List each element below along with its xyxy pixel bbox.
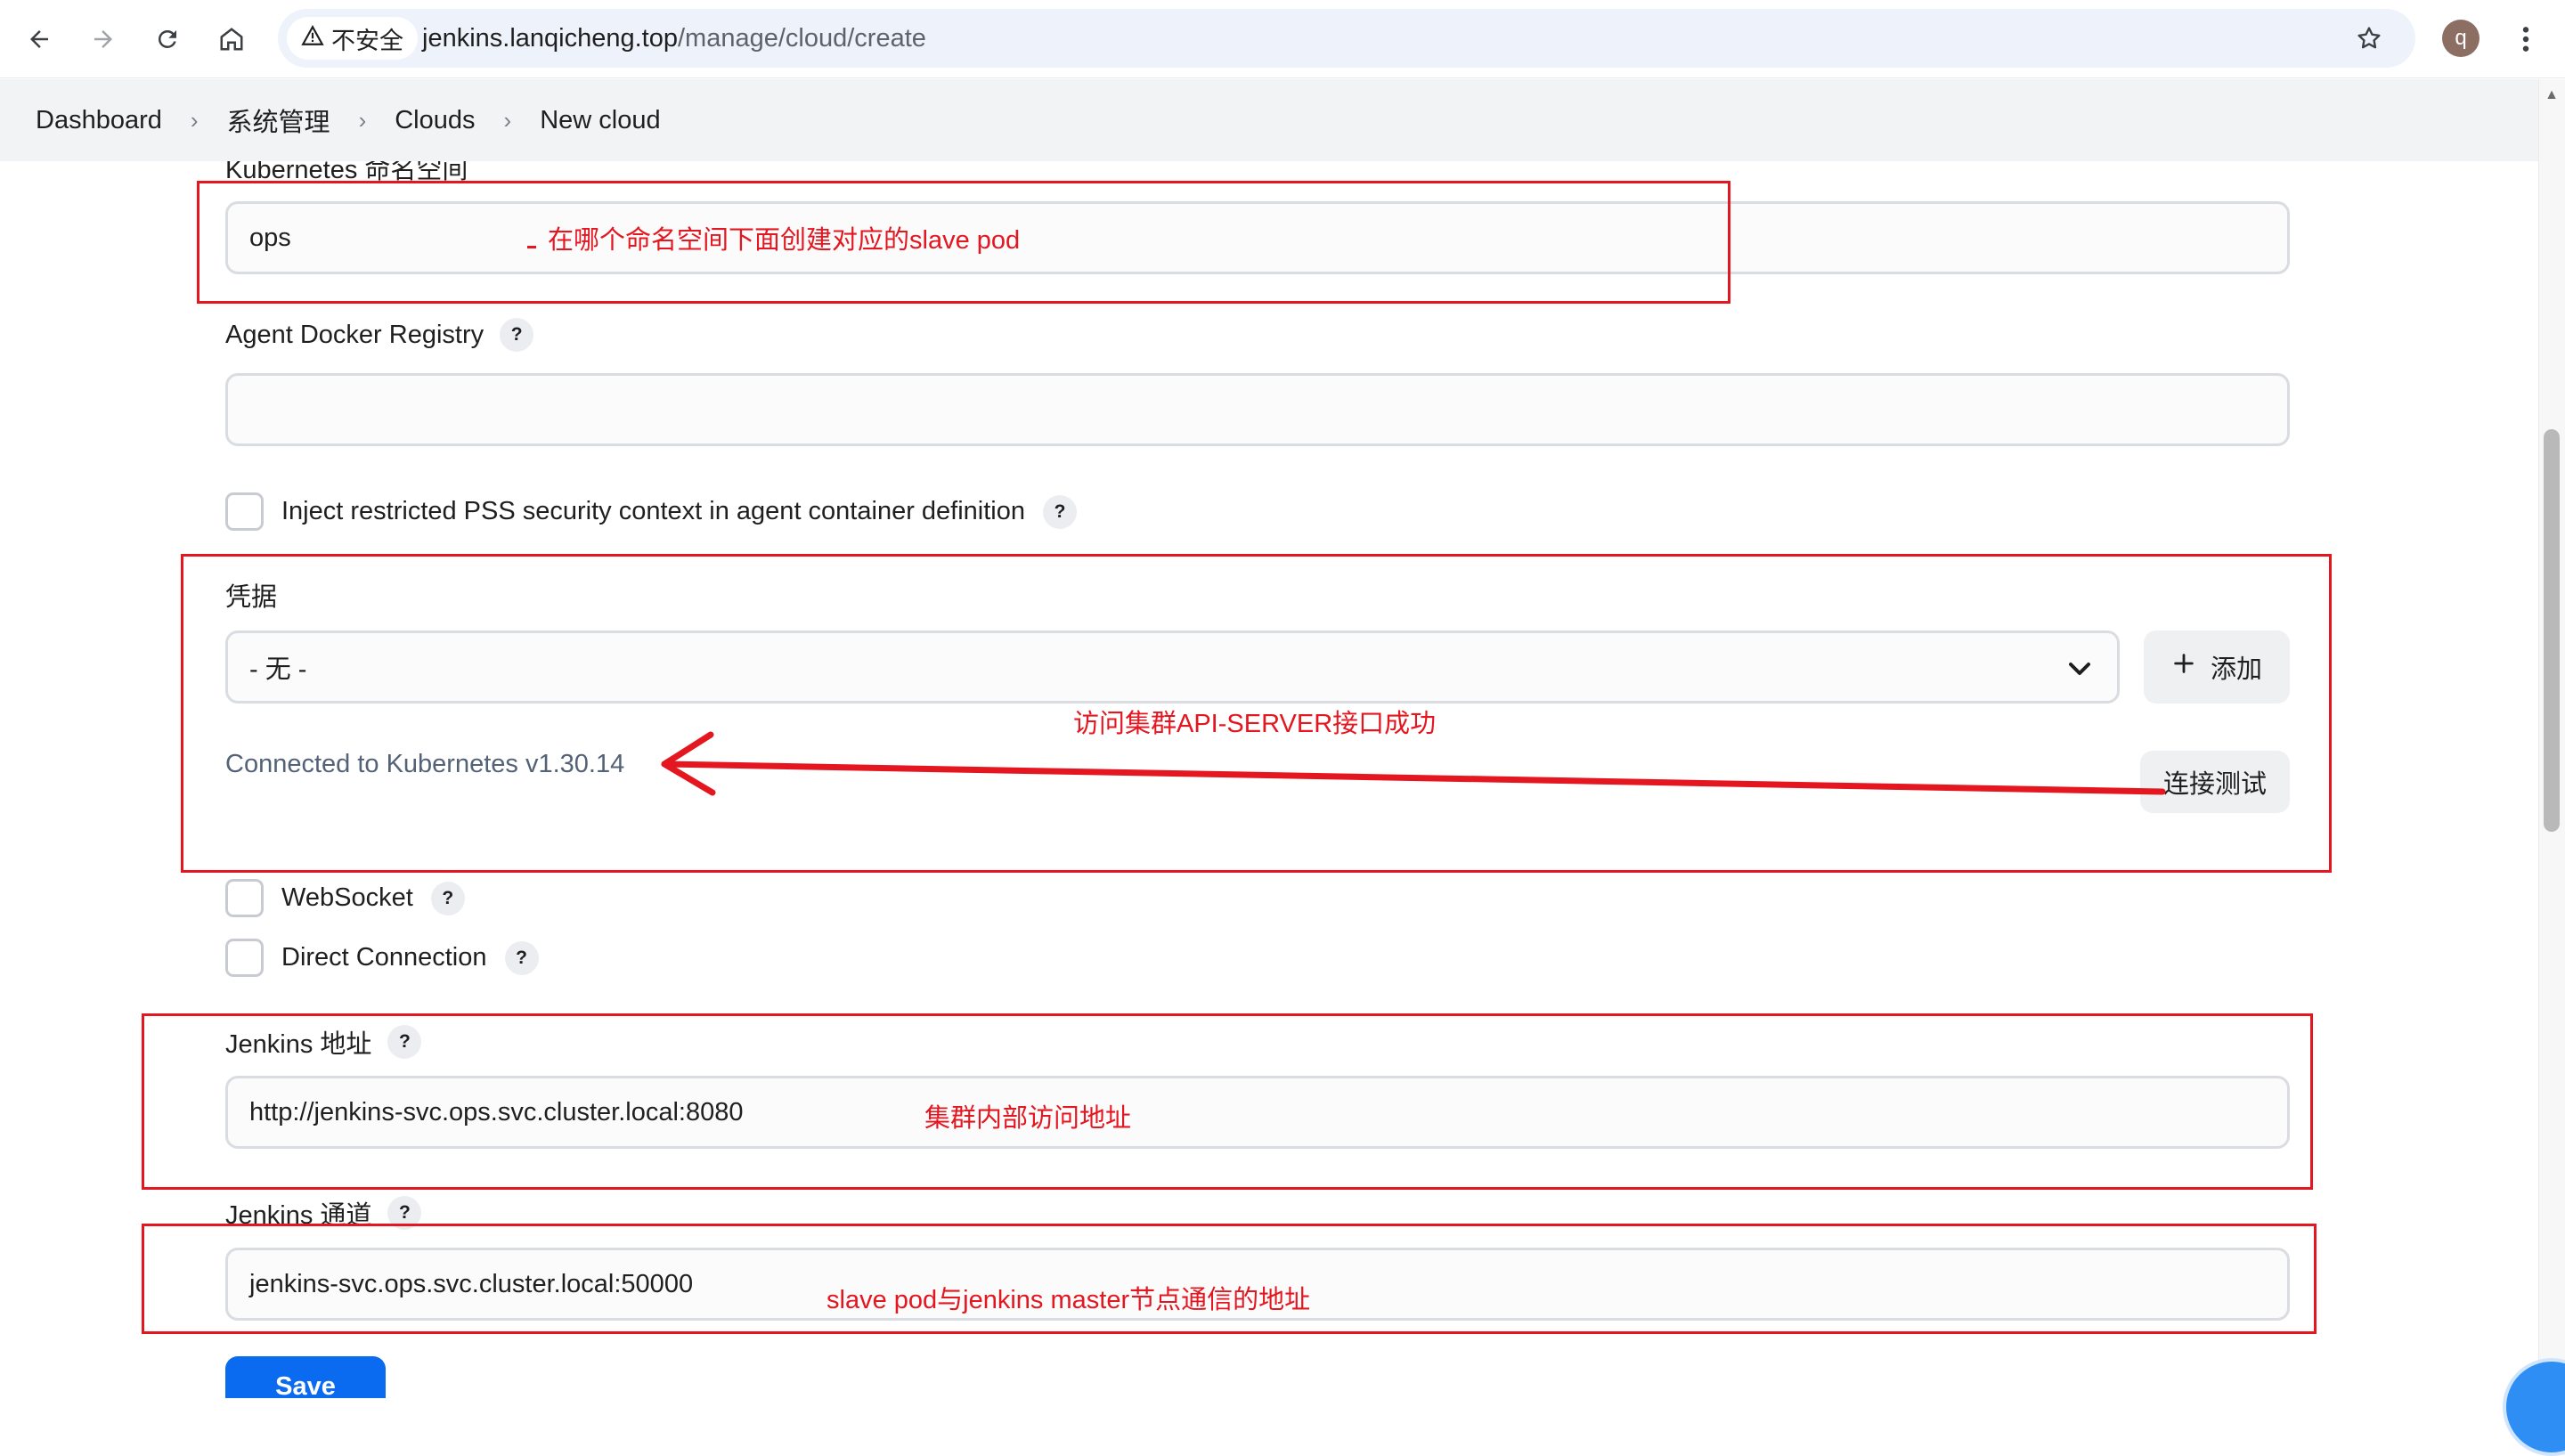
annotation-box-jenkins-url [142,1013,2313,1190]
annotation-tunnel-note: slave pod与jenkins master节点通信的地址 [826,1286,1311,1314]
annotation-url-note: 集群内部访问地址 [924,1104,1132,1133]
